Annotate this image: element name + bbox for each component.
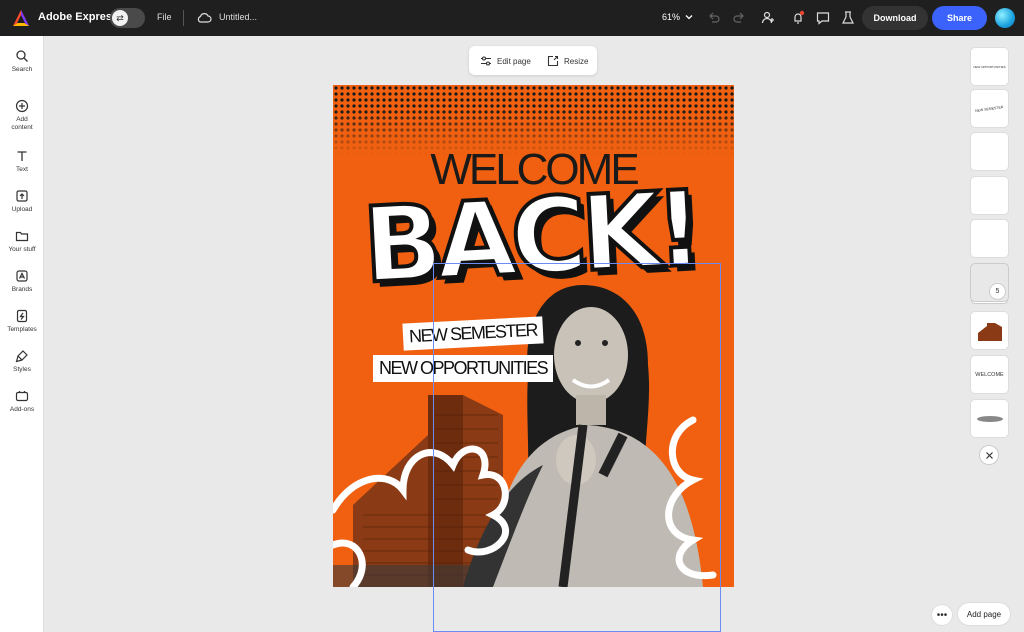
sidebar-item-text[interactable]: Text [0,149,44,174]
sidebar-item-upload[interactable]: Upload [0,189,44,214]
page-toolbar: Edit page Resize [469,46,597,75]
brand-icon [16,270,28,282]
sidebar-item-label: Upload [11,206,33,213]
cloud-sync-icon[interactable] [196,10,212,26]
sliders-icon [481,56,491,66]
edit-page-button[interactable]: Edit page [480,55,531,67]
close-layers-button[interactable] [980,446,998,464]
close-icon [985,451,993,459]
group-count-badge: 5 [990,284,1005,299]
sidebar-item-label: Templates [7,326,37,333]
styles-icon [15,350,28,363]
resize-icon [547,55,559,67]
layer-thumb-opportunities[interactable]: NEW OPPORTUNITIES [971,48,1008,85]
layer-thumb-text: NEW OPPORTUNITIES [973,64,1006,69]
building-thumb-icon [977,322,1002,341]
adobe-express-logo-icon[interactable] [12,9,30,27]
sidebar-item-label: Add content [11,116,33,131]
resize-button[interactable]: Resize [547,55,588,67]
sidebar-item-search[interactable]: Search [0,49,44,74]
invite-person-icon[interactable] [760,10,776,26]
sidebar-item-label: Brands [11,286,33,293]
layer-thumb-text: NEW SEMESTER [975,104,1004,113]
sidebar-item-label: Search [11,66,33,73]
chevron-down-icon[interactable] [683,11,695,23]
design-canvas[interactable]: WELCOME BACK! NEW SEMESTER NEW OPPORTUNI… [333,85,734,587]
left-sidebar: Search Add content Text Upload Your stuf… [0,36,44,632]
layer-thumb-blank-1[interactable] [971,133,1008,170]
sidebar-item-add-ons[interactable]: Add-ons [0,389,44,414]
divider [183,10,184,26]
templates-icon [16,309,28,323]
new-opportunities-tag[interactable]: NEW OPPORTUNITIES [373,355,554,382]
layer-thumb-blank-3[interactable] [971,220,1008,257]
avatar[interactable] [995,8,1015,28]
file-menu[interactable]: File [157,12,172,22]
toggle-knob-icon: ⇄ [112,10,128,26]
sidebar-item-label: Text [16,166,28,173]
top-bar: Adobe Express ⇄ File Untitled... 61% Dow… [0,0,1024,36]
sidebar-item-templates[interactable]: Templates [0,309,44,334]
sidebar-item-brands[interactable]: Brands [0,269,44,294]
brush-stroke-icon [976,415,1003,422]
sidebar-item-add-content[interactable]: Add content [0,99,44,132]
comment-icon[interactable] [815,10,831,26]
app-name: Adobe Express [38,11,119,23]
download-button[interactable]: Download [862,6,928,30]
sidebar-item-styles[interactable]: Styles [0,349,44,374]
sidebar-item-label: Your stuff [8,246,36,253]
layer-thumb-semester[interactable]: NEW SEMESTER [971,90,1008,127]
layer-thumb-building[interactable] [971,312,1008,349]
undo-icon[interactable] [706,10,722,26]
layer-thumb-welcome[interactable]: WELCOME [971,356,1008,393]
upload-icon [16,190,28,202]
sidebar-item-label: Add-ons [9,406,35,413]
layer-thumb-text: WELCOME [975,371,1004,378]
layer-thumb-brush[interactable] [971,400,1008,437]
search-icon [16,50,28,62]
layer-thumb-blank-2[interactable] [971,177,1008,214]
text-icon [17,151,27,161]
add-page-button[interactable]: Add page [958,603,1010,625]
sidebar-item-label: Styles [13,366,31,373]
share-button[interactable]: Share [932,6,987,30]
theme-toggle[interactable]: ⇄ [110,8,145,28]
folder-icon [15,231,29,242]
resize-label: Resize [564,56,589,66]
redo-icon[interactable] [731,10,747,26]
addons-icon [15,391,29,402]
white-scribble-decoration [333,416,717,587]
back-heading[interactable]: BACK! [358,165,702,308]
sidebar-item-your-stuff[interactable]: Your stuff [0,229,44,254]
document-title[interactable]: Untitled... [219,12,257,22]
notifications-icon[interactable] [790,10,806,26]
plus-circle-icon [15,99,29,113]
beaker-icon[interactable] [840,10,856,26]
edit-page-label: Edit page [497,56,531,66]
more-options-button[interactable]: ••• [932,605,952,625]
zoom-level[interactable]: 61% [662,12,680,22]
